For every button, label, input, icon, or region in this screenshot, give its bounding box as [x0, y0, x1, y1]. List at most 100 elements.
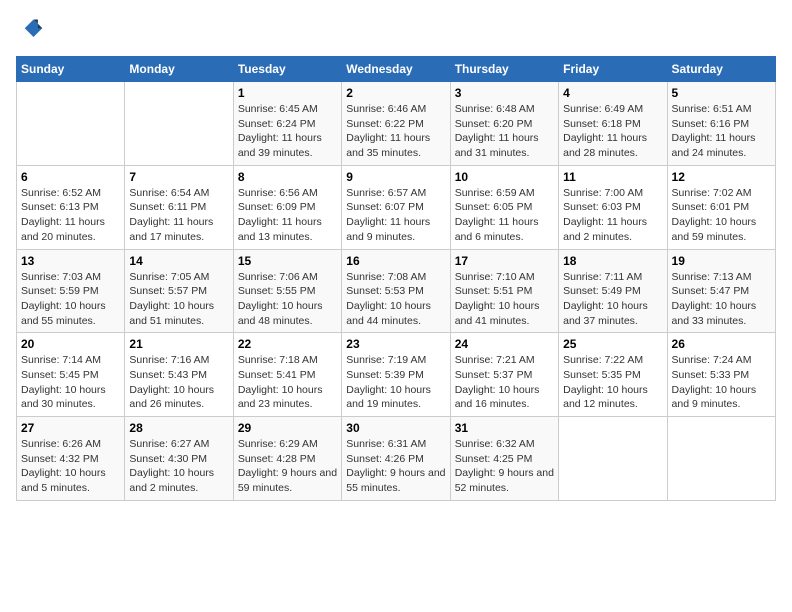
calendar-cell: 28 Sunrise: 6:27 AM Sunset: 4:30 PM Dayli… [125, 417, 233, 501]
day-number: 26 [672, 337, 771, 351]
day-detail: Sunrise: 6:56 AM Sunset: 6:09 PM Dayligh… [238, 186, 337, 245]
day-detail: Sunrise: 6:54 AM Sunset: 6:11 PM Dayligh… [129, 186, 228, 245]
calendar-week-1: 1 Sunrise: 6:45 AM Sunset: 6:24 PM Daylig… [17, 82, 776, 166]
day-detail: Sunrise: 7:03 AM Sunset: 5:59 PM Dayligh… [21, 270, 120, 329]
calendar-cell: 25Sunrise: 7:22 AM Sunset: 5:35 PM Dayli… [559, 333, 667, 417]
calendar-cell [17, 82, 125, 166]
calendar-cell: 24 Sunrise: 7:21 AM Sunset: 5:37 PM Dayli… [450, 333, 558, 417]
day-number: 28 [129, 421, 228, 435]
day-detail: Sunrise: 7:00 AM Sunset: 6:03 PM Dayligh… [563, 186, 662, 245]
day-number: 24 [455, 337, 554, 351]
calendar-cell: 22 Sunrise: 7:18 AM Sunset: 5:41 PM Dayli… [233, 333, 341, 417]
calendar-cell: 13 Sunrise: 7:03 AM Sunset: 5:59 PM Dayli… [17, 249, 125, 333]
calendar-cell: 18 Sunrise: 7:11 AM Sunset: 5:49 PM Dayli… [559, 249, 667, 333]
day-number: 14 [129, 254, 228, 268]
calendar-cell: 30Sunrise: 6:31 AM Sunset: 4:26 PM Dayli… [342, 417, 450, 501]
calendar-cell [125, 82, 233, 166]
calendar-cell: 7Sunrise: 6:54 AM Sunset: 6:11 PM Daylig… [125, 165, 233, 249]
calendar-cell [667, 417, 775, 501]
weekday-header-saturday: Saturday [667, 57, 775, 82]
calendar-cell: 10 Sunrise: 6:59 AM Sunset: 6:05 PM Dayli… [450, 165, 558, 249]
day-detail: Sunrise: 6:57 AM Sunset: 6:07 PM Dayligh… [346, 186, 445, 245]
logo [16, 16, 46, 44]
day-detail: Sunrise: 7:16 AM Sunset: 5:43 PM Dayligh… [129, 353, 228, 412]
weekday-header-sunday: Sunday [17, 57, 125, 82]
weekday-header-tuesday: Tuesday [233, 57, 341, 82]
day-number: 20 [21, 337, 120, 351]
day-detail: Sunrise: 7:06 AM Sunset: 5:55 PM Dayligh… [238, 270, 337, 329]
day-number: 8 [238, 170, 337, 184]
day-detail: Sunrise: 7:08 AM Sunset: 5:53 PM Dayligh… [346, 270, 445, 329]
calendar-cell: 11 Sunrise: 7:00 AM Sunset: 6:03 PM Dayli… [559, 165, 667, 249]
weekday-header-row: SundayMondayTuesdayWednesdayThursdayFrid… [17, 57, 776, 82]
calendar-cell: 12Sunrise: 7:02 AM Sunset: 6:01 PM Dayli… [667, 165, 775, 249]
weekday-header-wednesday: Wednesday [342, 57, 450, 82]
calendar-week-4: 20 Sunrise: 7:14 AM Sunset: 5:45 PM Dayli… [17, 333, 776, 417]
day-detail: Sunrise: 7:18 AM Sunset: 5:41 PM Dayligh… [238, 353, 337, 412]
day-detail: Sunrise: 6:59 AM Sunset: 6:05 PM Dayligh… [455, 186, 554, 245]
day-detail: Sunrise: 7:19 AM Sunset: 5:39 PM Dayligh… [346, 353, 445, 412]
day-detail: Sunrise: 6:26 AM Sunset: 4:32 PM Dayligh… [21, 437, 120, 496]
calendar-header: SundayMondayTuesdayWednesdayThursdayFrid… [17, 57, 776, 82]
calendar-cell [559, 417, 667, 501]
calendar-cell: 23 Sunrise: 7:19 AM Sunset: 5:39 PM Dayli… [342, 333, 450, 417]
day-detail: Sunrise: 6:29 AM Sunset: 4:28 PM Dayligh… [238, 437, 337, 496]
day-detail: Sunrise: 7:11 AM Sunset: 5:49 PM Dayligh… [563, 270, 662, 329]
day-detail: Sunrise: 7:14 AM Sunset: 5:45 PM Dayligh… [21, 353, 120, 412]
day-number: 2 [346, 86, 445, 100]
day-number: 3 [455, 86, 554, 100]
calendar-cell: 9 Sunrise: 6:57 AM Sunset: 6:07 PM Daylig… [342, 165, 450, 249]
day-detail: Sunrise: 6:32 AM Sunset: 4:25 PM Dayligh… [455, 437, 554, 496]
day-number: 27 [21, 421, 120, 435]
day-number: 16 [346, 254, 445, 268]
day-number: 25 [563, 337, 662, 351]
day-detail: Sunrise: 7:13 AM Sunset: 5:47 PM Dayligh… [672, 270, 771, 329]
day-number: 22 [238, 337, 337, 351]
day-number: 9 [346, 170, 445, 184]
weekday-header-thursday: Thursday [450, 57, 558, 82]
day-detail: Sunrise: 6:45 AM Sunset: 6:24 PM Dayligh… [238, 102, 337, 161]
calendar-cell: 29 Sunrise: 6:29 AM Sunset: 4:28 PM Dayli… [233, 417, 341, 501]
day-number: 10 [455, 170, 554, 184]
day-number: 6 [21, 170, 120, 184]
day-number: 23 [346, 337, 445, 351]
day-detail: Sunrise: 6:46 AM Sunset: 6:22 PM Dayligh… [346, 102, 445, 161]
day-number: 13 [21, 254, 120, 268]
calendar-body: 1 Sunrise: 6:45 AM Sunset: 6:24 PM Daylig… [17, 82, 776, 501]
day-detail: Sunrise: 7:10 AM Sunset: 5:51 PM Dayligh… [455, 270, 554, 329]
calendar-cell: 27 Sunrise: 6:26 AM Sunset: 4:32 PM Dayli… [17, 417, 125, 501]
day-detail: Sunrise: 7:05 AM Sunset: 5:57 PM Dayligh… [129, 270, 228, 329]
day-number: 18 [563, 254, 662, 268]
page-header [16, 16, 776, 44]
day-number: 15 [238, 254, 337, 268]
calendar-week-5: 27 Sunrise: 6:26 AM Sunset: 4:32 PM Dayli… [17, 417, 776, 501]
day-number: 4 [563, 86, 662, 100]
day-detail: Sunrise: 7:02 AM Sunset: 6:01 PM Dayligh… [672, 186, 771, 245]
calendar-cell: 14 Sunrise: 7:05 AM Sunset: 5:57 PM Dayli… [125, 249, 233, 333]
calendar-cell: 17 Sunrise: 7:10 AM Sunset: 5:51 PM Dayli… [450, 249, 558, 333]
calendar-cell: 20 Sunrise: 7:14 AM Sunset: 5:45 PM Dayli… [17, 333, 125, 417]
day-number: 17 [455, 254, 554, 268]
day-number: 21 [129, 337, 228, 351]
calendar-cell: 21 Sunrise: 7:16 AM Sunset: 5:43 PM Dayli… [125, 333, 233, 417]
day-number: 30 [346, 421, 445, 435]
day-detail: Sunrise: 6:27 AM Sunset: 4:30 PM Dayligh… [129, 437, 228, 496]
day-number: 1 [238, 86, 337, 100]
calendar-cell: 3 Sunrise: 6:48 AM Sunset: 6:20 PM Daylig… [450, 82, 558, 166]
day-detail: Sunrise: 6:52 AM Sunset: 6:13 PM Dayligh… [21, 186, 120, 245]
day-detail: Sunrise: 7:21 AM Sunset: 5:37 PM Dayligh… [455, 353, 554, 412]
day-number: 29 [238, 421, 337, 435]
calendar-cell: 8 Sunrise: 6:56 AM Sunset: 6:09 PM Daylig… [233, 165, 341, 249]
calendar-cell: 16 Sunrise: 7:08 AM Sunset: 5:53 PM Dayli… [342, 249, 450, 333]
logo-icon [16, 16, 44, 44]
calendar-cell: 19Sunrise: 7:13 AM Sunset: 5:47 PM Dayli… [667, 249, 775, 333]
day-detail: Sunrise: 6:48 AM Sunset: 6:20 PM Dayligh… [455, 102, 554, 161]
day-number: 5 [672, 86, 771, 100]
calendar-week-2: 6 Sunrise: 6:52 AM Sunset: 6:13 PM Daylig… [17, 165, 776, 249]
day-number: 11 [563, 170, 662, 184]
day-number: 31 [455, 421, 554, 435]
weekday-header-friday: Friday [559, 57, 667, 82]
day-detail: Sunrise: 6:51 AM Sunset: 6:16 PM Dayligh… [672, 102, 771, 161]
calendar-table: SundayMondayTuesdayWednesdayThursdayFrid… [16, 56, 776, 501]
weekday-header-monday: Monday [125, 57, 233, 82]
